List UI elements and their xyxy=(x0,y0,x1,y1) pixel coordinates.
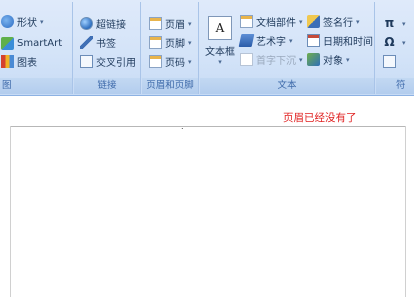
chevron-down-icon: ▾ xyxy=(188,38,192,47)
quick-parts-label: 文档部件 xyxy=(256,18,296,29)
footer-button[interactable]: 页脚 ▾ xyxy=(149,34,192,51)
page-left-edge xyxy=(10,126,11,297)
textbox-button[interactable]: A 文本框 ▾ xyxy=(204,16,236,74)
dropcap-label: 首字下沉 xyxy=(256,56,296,67)
links-group: 超链接 书签 交叉引用 链接 xyxy=(74,2,141,94)
header-footer-group-label: 页眉和页脚 xyxy=(142,78,198,94)
shapes-button[interactable]: 形状 ▾ xyxy=(1,13,44,30)
symbol-button[interactable]: Ω ▾ xyxy=(383,34,406,51)
chevron-down-icon: ▾ xyxy=(218,58,222,66)
chart-icon xyxy=(1,55,14,68)
datetime-label: 日期和时间 xyxy=(323,37,373,48)
footer-icon xyxy=(149,36,162,49)
signature-icon xyxy=(307,15,320,28)
chevron-down-icon: ▾ xyxy=(188,19,192,28)
signature-line-button[interactable]: 签名行 ▾ xyxy=(307,13,360,30)
links-group-label: 链接 xyxy=(74,78,140,94)
bookmark-label: 书签 xyxy=(96,39,116,50)
textbox-icon: A xyxy=(208,16,232,40)
wordart-label: 艺术字 xyxy=(256,37,286,48)
illustrations-group-label: 图 xyxy=(0,78,72,94)
symbol-icon xyxy=(383,55,396,68)
chevron-down-icon: ▾ xyxy=(356,17,360,26)
illustrations-group: 形状 ▾ SmartArt 图表 图 xyxy=(0,2,73,94)
chevron-down-icon: ▾ xyxy=(188,57,192,66)
bookmark-button[interactable]: 书签 xyxy=(80,34,116,51)
bookmark-icon xyxy=(80,36,93,49)
wordart-button[interactable]: 艺术字 ▾ xyxy=(238,32,293,49)
object-label: 对象 xyxy=(323,56,343,67)
equation-button[interactable]: π ▾ xyxy=(383,15,406,32)
chart-button[interactable]: 图表 xyxy=(1,53,37,70)
crossref-label: 交叉引用 xyxy=(96,58,136,69)
page-number-label: 页码 xyxy=(165,58,185,69)
quick-parts-button[interactable]: 文档部件 ▾ xyxy=(240,13,303,30)
object-button[interactable]: 对象 ▾ xyxy=(307,51,350,68)
chevron-down-icon: ▾ xyxy=(299,17,303,26)
header-button[interactable]: 页眉 ▾ xyxy=(149,15,192,32)
header-icon xyxy=(149,17,162,30)
document-area[interactable]: 页眉已经没有了 . xyxy=(0,97,414,297)
chevron-down-icon: ▾ xyxy=(289,36,293,45)
smartart-label: SmartArt xyxy=(17,38,63,49)
shapes-icon xyxy=(1,15,14,28)
dropcap-icon xyxy=(240,53,253,66)
ribbon: 形状 ▾ SmartArt 图表 图 超链接 书签 交叉引用 链接 页眉 ▾ 页… xyxy=(0,0,414,96)
chevron-down-icon: ▾ xyxy=(346,55,350,64)
omega-symbol-icon: Ω xyxy=(384,35,395,49)
dropcap-button[interactable]: 首字下沉 ▾ xyxy=(240,51,303,68)
equation-pi-icon: π xyxy=(384,16,395,30)
footer-label: 页脚 xyxy=(165,39,185,50)
smartart-icon xyxy=(1,37,14,50)
datetime-button[interactable]: 日期和时间 xyxy=(307,32,373,49)
header-text[interactable]: 页眉已经没有了 xyxy=(283,110,357,125)
symbols-group: π ▾ Ω ▾ 符 xyxy=(376,2,414,94)
chevron-down-icon: ▾ xyxy=(402,19,406,28)
symbols-group-label: 符 xyxy=(376,78,414,94)
hyperlink-button[interactable]: 超链接 xyxy=(80,15,126,32)
quick-parts-icon xyxy=(240,15,253,28)
chevron-down-icon: ▾ xyxy=(402,38,406,47)
header-footer-group: 页眉 ▾ 页脚 ▾ 页码 ▾ 页眉和页脚 xyxy=(142,2,199,94)
extra-symbol-button[interactable] xyxy=(383,53,399,70)
page-number-button[interactable]: 页码 ▾ xyxy=(149,53,192,70)
header-label: 页眉 xyxy=(165,20,185,31)
calendar-icon xyxy=(307,34,320,47)
object-icon xyxy=(307,53,320,66)
smartart-button[interactable]: SmartArt xyxy=(1,35,62,52)
crossref-button[interactable]: 交叉引用 xyxy=(80,53,136,70)
hyperlink-label: 超链接 xyxy=(96,20,126,31)
textbox-label: 文本框 xyxy=(205,47,235,58)
wordart-icon xyxy=(238,34,255,47)
text-group-label: 文本 xyxy=(200,78,374,94)
page-right-edge xyxy=(405,126,406,297)
globe-link-icon xyxy=(80,17,93,30)
chart-label: 图表 xyxy=(17,58,37,69)
signature-label: 签名行 xyxy=(323,18,353,29)
chevron-down-icon: ▾ xyxy=(299,55,303,64)
cross-reference-icon xyxy=(80,55,93,68)
page-number-icon xyxy=(149,55,162,68)
shapes-label: 形状 xyxy=(17,18,37,29)
header-separator-line xyxy=(10,126,405,127)
chevron-down-icon: ▾ xyxy=(40,17,44,26)
